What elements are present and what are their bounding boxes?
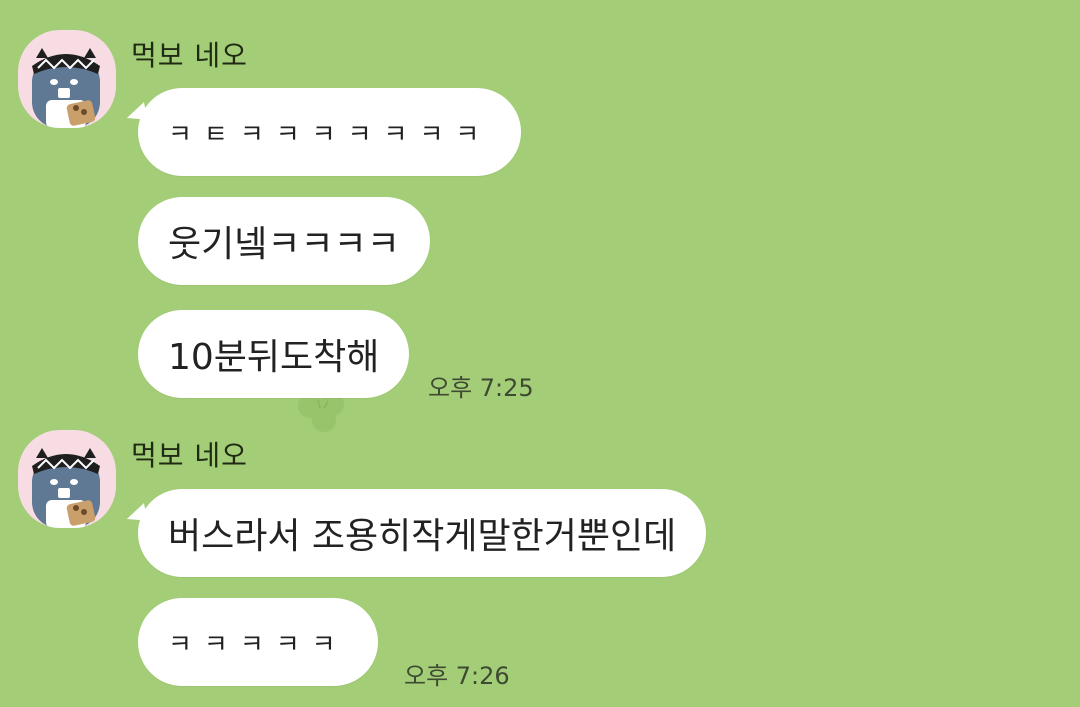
avatar[interactable] [18, 30, 116, 128]
message-bubble[interactable]: 버스라서 조용히작게말한거뿐인데 [138, 489, 707, 577]
message-text: 웃기넼ㅋㅋㅋㅋ [168, 224, 400, 265]
sender-name: 먹보 네오 [131, 39, 248, 72]
message-bubble[interactable]: ㅋㅋㅋㅋㅋ [138, 598, 378, 686]
sender-name: 먹보 네오 [131, 439, 248, 472]
message-text: 10분뒤도착해 [168, 337, 380, 378]
message-text: ㅋㅌㅋㅋㅋㅋㅋㅋㅋ [168, 119, 492, 150]
avatar[interactable] [18, 430, 116, 528]
profile-character-icon [32, 48, 100, 128]
message-text: ㅋㅋㅋㅋㅋ [168, 629, 348, 660]
profile-character-icon [32, 448, 100, 528]
message-bubble[interactable]: ㅋㅌㅋㅋㅋㅋㅋㅋㅋ [138, 88, 522, 176]
clover-watermark-icon [298, 392, 344, 432]
chat-room: 먹보 네오 ㅋㅌㅋㅋㅋㅋㅋㅋㅋ 웃기넼ㅋㅋㅋㅋ 10분뒤도착해 오후 7:25 [0, 0, 1080, 707]
message-timestamp: 오후 7:25 [428, 374, 534, 402]
message-timestamp: 오후 7:26 [404, 662, 510, 690]
message-text: 버스라서 조용히작게말한거뿐인데 [168, 516, 677, 557]
message-bubble[interactable]: 웃기넼ㅋㅋㅋㅋ [138, 197, 430, 285]
message-bubble[interactable]: 10분뒤도착해 [138, 310, 410, 398]
